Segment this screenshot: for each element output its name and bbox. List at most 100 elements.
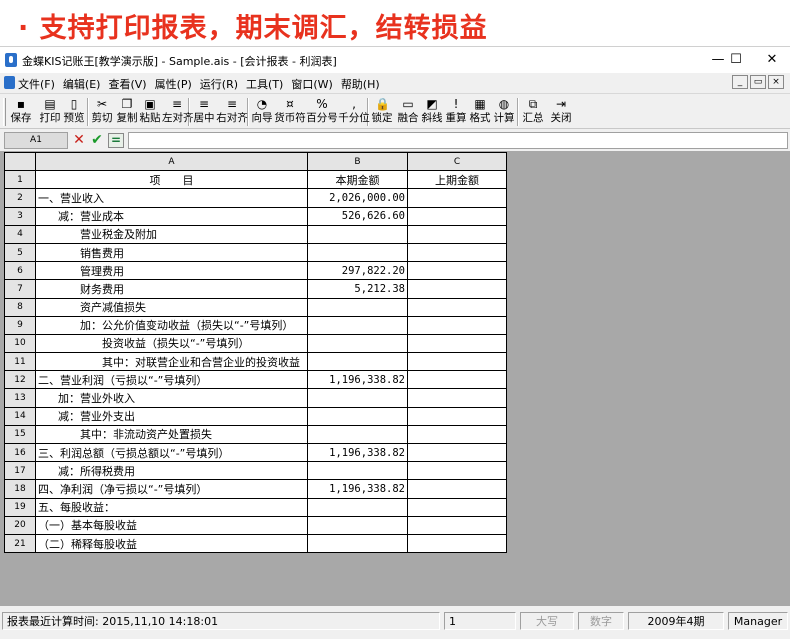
previous-amount-cell[interactable] [407, 533, 507, 554]
item-cell[interactable]: 资产减值损失 [35, 297, 308, 317]
cell-reference[interactable]: A1 [4, 132, 68, 149]
menu-item[interactable]: 编辑(E) [63, 76, 101, 92]
previous-amount-cell[interactable] [407, 279, 507, 299]
toolbar-button[interactable]: ≡ 左对齐 [162, 96, 194, 128]
formula-equals-button[interactable]: = [108, 133, 124, 148]
row-header[interactable]: 16 [4, 442, 36, 463]
toolbar-button[interactable]: ◍ 计算 [492, 96, 516, 128]
previous-amount-cell[interactable] [407, 352, 507, 372]
item-cell[interactable]: 五、每股收益： [35, 497, 308, 517]
current-amount-cell[interactable] [307, 533, 408, 554]
row-header[interactable]: 8 [4, 297, 36, 317]
item-cell[interactable]: 减：所得税费用 [35, 461, 308, 481]
maximize-button[interactable]: ☐ [718, 47, 754, 73]
current-amount-cell[interactable] [307, 224, 408, 244]
item-cell[interactable]: （二）稀释每股收益 [35, 533, 308, 554]
current-amount-cell[interactable] [307, 461, 408, 481]
current-amount-cell[interactable] [307, 352, 408, 372]
previous-amount-cell[interactable] [407, 461, 507, 481]
row-header[interactable]: 18 [4, 479, 36, 499]
item-header-cell[interactable]: 项 目 [35, 170, 308, 190]
previous-header-cell[interactable]: 上期金额 [407, 170, 507, 190]
column-header-b[interactable]: B [307, 151, 408, 172]
mdi-minimize-button[interactable]: _ [732, 75, 748, 89]
toolbar-button[interactable]: ! 重算 [444, 96, 468, 128]
toolbar-button[interactable]: ✂ 剪切 [90, 96, 114, 128]
item-cell[interactable]: 销售费用 [35, 242, 308, 263]
previous-amount-cell[interactable] [407, 333, 507, 354]
item-cell[interactable]: 减：营业成本 [35, 206, 308, 226]
previous-amount-cell[interactable] [407, 206, 507, 226]
row-header[interactable]: 2 [4, 188, 36, 208]
toolbar-button[interactable]: ▯ 预览 [62, 96, 86, 128]
row-header[interactable]: 19 [4, 497, 36, 517]
row-header[interactable]: 7 [4, 279, 36, 299]
current-header-cell[interactable]: 本期金额 [307, 170, 408, 190]
previous-amount-cell[interactable] [407, 497, 507, 517]
previous-amount-cell[interactable] [407, 406, 507, 426]
toolbar-button[interactable]: ▤ 打印 [38, 96, 62, 128]
item-cell[interactable]: 财务费用 [35, 279, 308, 299]
current-amount-cell[interactable] [307, 333, 408, 354]
current-amount-cell[interactable]: 297,822.20 [307, 261, 408, 281]
row-header[interactable]: 4 [4, 224, 36, 244]
toolbar-button[interactable]: ▭ 融合 [396, 96, 420, 128]
toolbar-button[interactable]: ≡ 右对齐 [216, 96, 248, 128]
current-amount-cell[interactable] [307, 315, 408, 335]
toolbar-button[interactable]: ⧉ 汇总 [520, 96, 546, 128]
menu-item[interactable]: 运行(R) [200, 76, 238, 92]
current-amount-cell[interactable] [307, 497, 408, 517]
mdi-restore-button[interactable]: ▭ [750, 75, 766, 89]
current-amount-cell[interactable] [307, 388, 408, 408]
corner-cell[interactable] [4, 151, 36, 172]
item-cell[interactable]: （一）基本每股收益 [35, 515, 308, 535]
row-header[interactable]: 20 [4, 515, 36, 535]
toolbar-button[interactable]: ▪ 保存 [8, 96, 34, 128]
row-header[interactable]: 6 [4, 261, 36, 281]
previous-amount-cell[interactable] [407, 242, 507, 263]
toolbar-grip[interactable] [3, 98, 6, 126]
row-header[interactable]: 13 [4, 388, 36, 408]
previous-amount-cell[interactable] [407, 188, 507, 208]
item-cell[interactable]: 其中：非流动资产处置损失 [35, 424, 308, 445]
current-amount-cell[interactable]: 1,196,338.82 [307, 442, 408, 463]
toolbar-button[interactable]: % 百分号 [306, 96, 338, 128]
toolbar-button[interactable]: ◔ 向导 [250, 96, 274, 128]
toolbar-button[interactable]: ≡ 居中 [192, 96, 216, 128]
item-cell[interactable]: 管理费用 [35, 261, 308, 281]
row-header[interactable]: 17 [4, 461, 36, 481]
menu-item[interactable]: 属性(P) [155, 76, 192, 92]
item-cell[interactable]: 加：公允价值变动收益（损失以“-”号填列） [35, 315, 308, 335]
item-cell[interactable]: 营业税金及附加 [35, 224, 308, 244]
previous-amount-cell[interactable] [407, 424, 507, 445]
row-header[interactable]: 21 [4, 533, 36, 554]
item-cell[interactable]: 一、营业收入 [35, 188, 308, 208]
mdi-close-button[interactable]: × [768, 75, 784, 89]
previous-amount-cell[interactable] [407, 442, 507, 463]
menu-item[interactable]: 帮助(H) [341, 76, 380, 92]
current-amount-cell[interactable] [307, 242, 408, 263]
menu-item[interactable]: 工具(T) [246, 76, 283, 92]
toolbar-button[interactable]: ¤ 货币符 [274, 96, 306, 128]
previous-amount-cell[interactable] [407, 479, 507, 499]
toolbar-button[interactable]: 🔒 锁定 [370, 96, 394, 128]
item-cell[interactable]: 四、净利润（净亏损以“-”号填列） [35, 479, 308, 499]
formula-input[interactable] [128, 132, 788, 149]
current-amount-cell[interactable]: 5,212.38 [307, 279, 408, 299]
current-amount-cell[interactable]: 2,026,000.00 [307, 188, 408, 208]
item-cell[interactable]: 加：营业外收入 [35, 388, 308, 408]
item-cell[interactable]: 三、利润总额（亏损总额以“-”号填列） [35, 442, 308, 463]
toolbar-button[interactable]: ▦ 格式 [468, 96, 492, 128]
previous-amount-cell[interactable] [407, 261, 507, 281]
column-header-c[interactable]: C [407, 151, 507, 172]
current-amount-cell[interactable] [307, 424, 408, 445]
previous-amount-cell[interactable] [407, 224, 507, 244]
close-button[interactable]: ✕ [754, 47, 790, 73]
row-header[interactable]: 14 [4, 406, 36, 426]
toolbar-button[interactable]: ◩ 斜线 [420, 96, 444, 128]
previous-amount-cell[interactable] [407, 388, 507, 408]
column-header-a[interactable]: A [35, 151, 308, 172]
current-amount-cell[interactable] [307, 515, 408, 535]
confirm-edit-icon[interactable]: ✔ [89, 132, 105, 149]
menu-item[interactable]: 查看(V) [108, 76, 146, 92]
